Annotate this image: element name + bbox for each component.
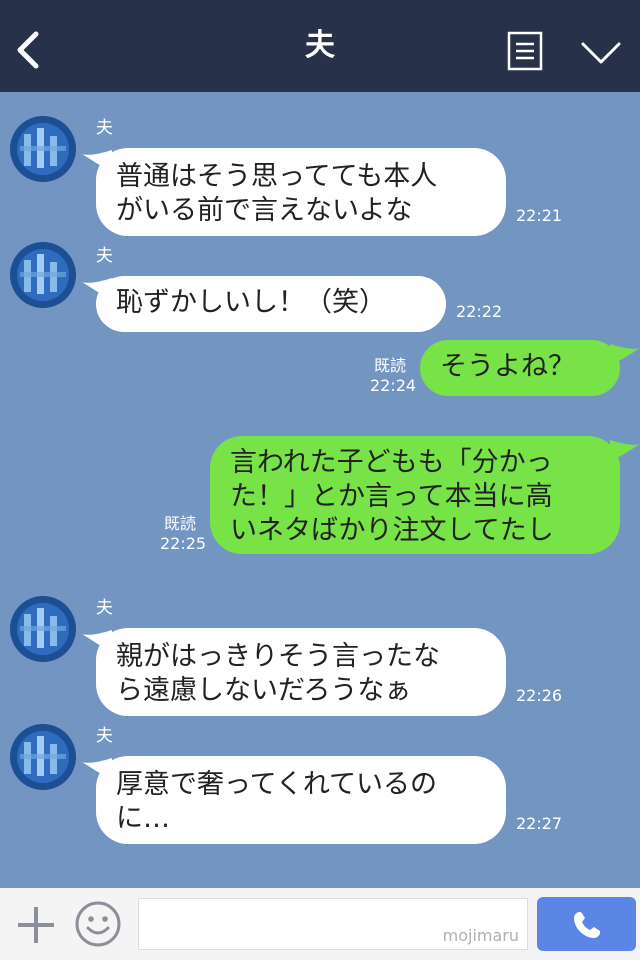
message-line: 普通はそう思ってても本人 [116, 161, 438, 192]
message-line: 親がはっきりそう言ったな [116, 641, 440, 672]
watermark: mojimaru [442, 926, 519, 945]
phone-icon [574, 912, 600, 938]
message-time: 22:24 [370, 376, 417, 395]
sender-name: 夫 [96, 246, 113, 266]
read-receipt: 既読 [373, 356, 406, 375]
message-line: た！」とか言って本当に高 [230, 481, 553, 512]
message-line: がいる前で言えないよな [116, 195, 413, 226]
message-line: そうよね？ [440, 351, 575, 382]
bubble-tail [610, 440, 640, 460]
sender-name: 夫 [96, 118, 113, 138]
chat-area[interactable]: 夫 普通はそう思ってても本人 がいる前で言えないよな 22:21 夫 恥ずかしい… [0, 92, 640, 888]
message-time: 22:25 [160, 534, 207, 553]
message-time: 22:26 [516, 686, 563, 705]
message-bubble[interactable]: 恥ずかしいし！（笑） [96, 276, 446, 332]
sender-name: 夫 [96, 598, 113, 618]
menu-icon[interactable] [507, 31, 543, 71]
read-receipt: 既読 [163, 514, 196, 533]
message-bubble[interactable]: そうよね？ [420, 340, 620, 396]
message-time: 22:22 [456, 302, 503, 321]
message-bubble[interactable]: 言われた子どもも「分かっ た！」とか言って本当に高 いネタばかり注文してたし [210, 436, 620, 554]
avatar[interactable] [10, 724, 76, 790]
message-time: 22:27 [516, 814, 563, 833]
message-time: 22:21 [516, 206, 563, 225]
chevron-down-icon[interactable] [580, 40, 622, 66]
avatar[interactable] [10, 242, 76, 308]
chat-title: 夫 [305, 28, 335, 63]
message-bubble[interactable]: 親がはっきりそう言ったな ら遠慮しないだろうなぁ [96, 628, 506, 716]
plus-icon[interactable] [16, 905, 56, 945]
message-line: 恥ずかしいし！（笑） [116, 287, 386, 318]
message-line: に… [116, 803, 170, 834]
message-bubble[interactable]: 普通はそう思ってても本人 がいる前で言えないよな [96, 148, 506, 236]
message-line: いネタばかり注文してたし [230, 515, 554, 546]
sender-name: 夫 [96, 726, 113, 746]
avatar[interactable] [10, 596, 76, 662]
call-button[interactable] [537, 897, 636, 951]
message-input[interactable]: mojimaru [138, 898, 528, 950]
message-line: ら遠慮しないだろうなぁ [116, 675, 412, 706]
header-bar: 夫 [0, 0, 640, 92]
smile-icon[interactable] [74, 900, 122, 948]
message-bubble[interactable]: 厚意で奢ってくれているの に… [96, 756, 506, 844]
message-line: 厚意で奢ってくれているの [116, 769, 438, 800]
message-line: 言われた子どもも「分かっ [230, 447, 553, 478]
bubble-tail [610, 344, 640, 364]
avatar[interactable] [10, 116, 76, 182]
